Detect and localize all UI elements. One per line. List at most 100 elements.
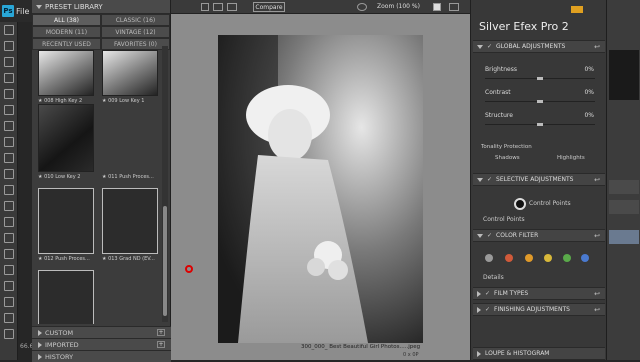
single-view-icon[interactable] [201,3,209,11]
expand-triangle-icon [38,329,42,336]
brush-tool-icon[interactable] [4,137,14,147]
check-icon[interactable]: ✓ [487,176,492,183]
preset-scrollbar[interactable] [162,46,168,322]
layer-thumb-selected[interactable] [609,230,639,244]
preset-preview-image [102,188,158,254]
shadows-label: Shadows [495,155,520,161]
loupe-histogram-title: LOUPE & HISTOGRAM [485,350,550,357]
shape-tool-icon[interactable] [4,297,14,307]
preset-thumb[interactable]: ★ 010 Low Key 2 [38,104,94,180]
expand-triangle-icon [38,353,42,360]
history-brush-tool-icon[interactable] [4,169,14,179]
eyedropper-tool-icon[interactable] [4,105,14,115]
global-adjustments-header[interactable]: ✓ GLOBAL ADJUSTMENTS ↩ [473,40,605,53]
green-filter-swatch[interactable] [563,254,571,262]
check-icon[interactable]: ✓ [487,232,492,239]
reset-icon[interactable]: ↩ [594,176,600,184]
eraser-tool-icon[interactable] [4,185,14,195]
file-menu[interactable]: File [16,7,29,16]
structure-value: 0% [584,112,594,119]
loupe-histogram-header[interactable]: LOUPE & HISTOGRAM [473,347,605,360]
preset-preview-image [38,104,94,172]
check-icon[interactable]: ✓ [487,43,492,50]
preset-thumb[interactable]: ★ 013 Grad ND (EV... [102,188,158,262]
stamp-tool-icon[interactable] [4,153,14,163]
marquee-tool-icon[interactable] [4,41,14,51]
imported-section[interactable]: IMPORTED + [32,338,171,350]
structure-slider-knob[interactable] [537,123,543,126]
dodge-tool-icon[interactable] [4,233,14,243]
layer-thumb[interactable] [609,180,639,194]
reset-icon[interactable]: ↩ [594,290,600,298]
zoom-select[interactable]: Zoom (100 %) [377,3,420,10]
orange-filter-swatch[interactable] [525,254,533,262]
preset-preview-image [38,50,94,96]
preset-thumb[interactable]: ★ 008 High Key 2 [38,50,94,104]
color-filter-header[interactable]: ✓ COLOR FILTER ↩ [473,229,605,242]
preset-scroll-thumb[interactable] [163,206,167,316]
reset-icon[interactable]: ↩ [594,232,600,240]
quick-select-tool-icon[interactable] [4,73,14,83]
finishing-adjustments-header[interactable]: ✓ FINISHING ADJUSTMENTS ↩ [473,303,605,316]
preset-library-header[interactable]: PRESET LIBRARY [32,0,170,14]
selective-adjustments-header[interactable]: ✓ SELECTIVE ADJUSTMENTS ↩ [473,173,605,186]
preset-preview-image [38,270,94,324]
preset-thumb[interactable]: ★ 009 Low Key 1 [102,50,158,104]
neutral-filter-swatch[interactable] [485,254,493,262]
contrast-slider-knob[interactable] [537,100,543,103]
reset-icon[interactable]: ↩ [594,306,600,314]
tab-all[interactable]: ALL (38) [32,14,101,26]
brightness-label: Brightness [485,66,517,73]
tonality-protection-label: Tonality Protection [481,144,532,150]
blue-filter-swatch[interactable] [581,254,589,262]
red-filter-swatch[interactable] [505,254,513,262]
tab-vintage[interactable]: VINTAGE (12) [101,26,170,38]
photoshop-menubar: Ps File [0,0,32,22]
highlights-label: Highlights [557,155,585,161]
background-toggle-icon[interactable] [357,3,367,11]
panel-toggle-icon[interactable] [449,3,459,11]
expand-triangle-icon [38,341,42,348]
lightbulb-icon[interactable] [433,3,441,11]
check-icon[interactable]: ✓ [485,306,490,313]
gradient-tool-icon[interactable] [4,201,14,211]
tab-classic[interactable]: CLASSIC (16) [101,14,170,26]
finishing-adjustments-title: FINISHING ADJUSTMENTS [494,306,570,313]
collapse-triangle-icon [477,177,483,182]
film-types-header[interactable]: ✓ FILM TYPES ↩ [473,287,605,300]
lasso-tool-icon[interactable] [4,57,14,67]
compare-button[interactable]: Compare [253,2,285,12]
blur-tool-icon[interactable] [4,217,14,227]
add-icon[interactable]: + [157,341,165,348]
brightness-slider-knob[interactable] [537,77,543,80]
reset-icon[interactable]: ↩ [594,43,600,51]
preset-thumb[interactable]: ★ 011 Push Proces... [102,104,158,180]
add-icon[interactable]: + [157,329,165,336]
split-view-icon[interactable] [213,3,223,11]
preset-thumb[interactable] [38,270,94,324]
zoom-tool-icon[interactable] [4,329,14,339]
crop-tool-icon[interactable] [4,89,14,99]
collapse-triangle-icon [477,233,483,238]
tab-modern[interactable]: MODERN (11) [32,26,101,38]
history-section[interactable]: HISTORY [32,350,171,362]
hand-tool-icon[interactable] [4,313,14,323]
yellow-filter-swatch[interactable] [544,254,552,262]
details-label[interactable]: Details [483,274,504,281]
control-points-button[interactable]: Control Points [529,200,571,207]
nik-logo [571,6,583,13]
type-tool-icon[interactable] [4,265,14,275]
move-tool-icon[interactable] [4,25,14,35]
pen-tool-icon[interactable] [4,249,14,259]
path-select-tool-icon[interactable] [4,281,14,291]
control-point-icon[interactable] [514,198,526,210]
cursor-indicator [185,265,193,273]
side-by-side-view-icon[interactable] [227,3,237,11]
photoshop-right-panels [606,0,640,360]
healing-tool-icon[interactable] [4,121,14,131]
contrast-value: 0% [584,89,594,96]
check-icon[interactable]: ✓ [485,290,490,297]
custom-section[interactable]: CUSTOM + [32,326,171,338]
layer-thumb[interactable] [609,200,639,214]
preset-thumb[interactable]: ★ 012 Push Proces... [38,188,94,262]
